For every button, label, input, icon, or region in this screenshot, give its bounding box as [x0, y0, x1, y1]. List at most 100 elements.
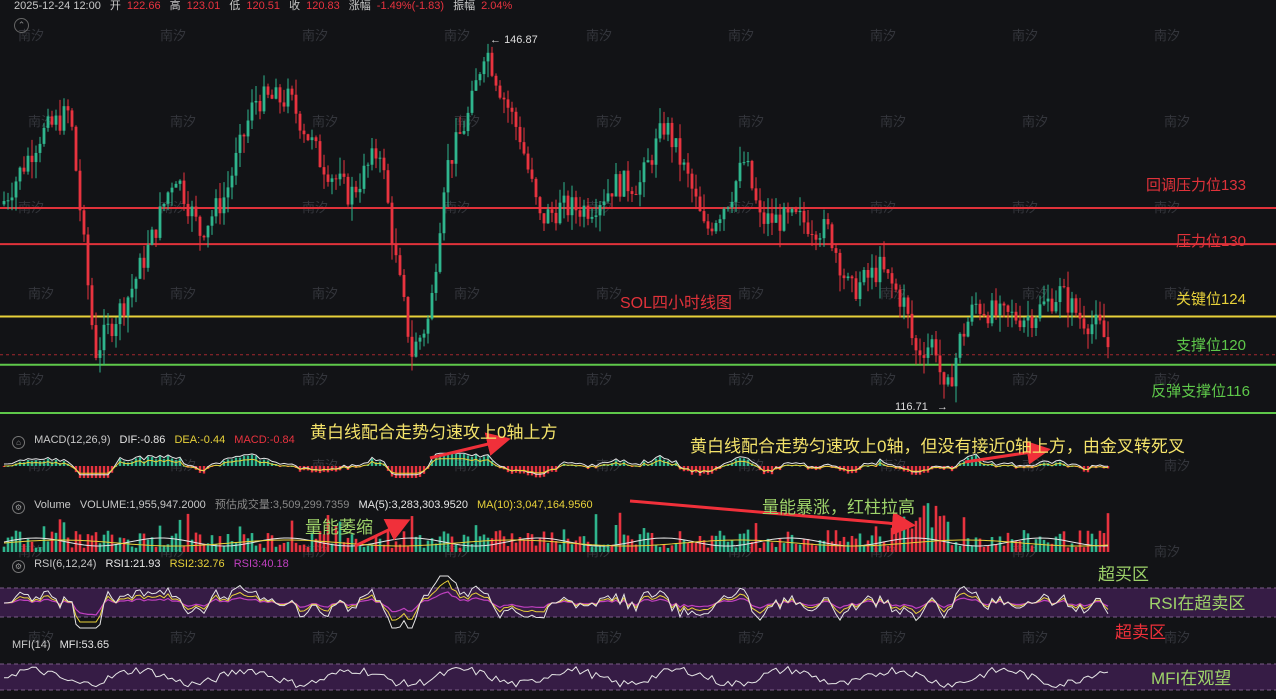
- candle-body: [130, 288, 134, 298]
- low-label: 低: [229, 0, 241, 12]
- macd-bar: [458, 454, 462, 466]
- volume-bar: [782, 543, 786, 552]
- candle-body: [222, 197, 226, 214]
- volume-bar: [306, 546, 310, 552]
- volume-bar: [274, 546, 278, 552]
- volume-bar: [1026, 533, 1030, 552]
- rsi-name: RSI(6,12,24): [34, 558, 97, 570]
- volume-bar: [638, 534, 642, 552]
- level-label-116: 反弹支撑位116: [1151, 383, 1250, 400]
- macd-value: MACD:-0.84: [234, 434, 295, 446]
- volume-bar: [222, 546, 226, 552]
- candle-body: [286, 88, 290, 107]
- candle-body: [902, 297, 906, 307]
- macd-bar: [150, 457, 154, 466]
- volume-bar: [794, 543, 798, 552]
- macd-bar: [162, 458, 166, 466]
- volume-bar: [830, 541, 834, 552]
- volume-bar: [298, 545, 302, 552]
- candle-body: [502, 97, 506, 100]
- macd-bar: [766, 466, 770, 473]
- volume-bar: [910, 528, 914, 552]
- macd-bar: [238, 457, 242, 466]
- candle-body: [66, 106, 70, 111]
- collapse-icon[interactable]: ⌃: [14, 18, 29, 33]
- volume-bar: [478, 536, 482, 552]
- change-value: -1.49%(-1.83): [376, 0, 445, 12]
- annotation-overbought: 超买区: [1098, 565, 1149, 584]
- candle-body: [150, 229, 154, 245]
- annotation-volume-right: 量能暴涨，红柱拉高: [762, 498, 915, 517]
- candle-body: [194, 206, 198, 217]
- candle-body: [246, 120, 250, 137]
- bell-icon[interactable]: ⌂: [12, 436, 25, 449]
- volume-bar: [242, 534, 246, 552]
- candle-body: [566, 195, 570, 216]
- volume-bar: [178, 519, 182, 552]
- watermark-text: 南汐: [302, 372, 328, 388]
- volume-bar: [214, 543, 218, 552]
- candle-body: [506, 99, 510, 108]
- volume-bar: [902, 516, 906, 552]
- macd-bar: [250, 454, 254, 466]
- watermark-text: 南汐: [1164, 630, 1190, 646]
- volume-bar: [462, 534, 466, 552]
- candle-body: [962, 333, 966, 337]
- price-panel: [0, 43, 1276, 414]
- candle-body: [42, 127, 46, 144]
- candle-body: [774, 214, 778, 223]
- volume-bar: [110, 534, 114, 552]
- volume-bar: [42, 526, 46, 552]
- volume-bar: [134, 547, 138, 552]
- volume-bar: [854, 538, 858, 552]
- candle-body: [686, 162, 690, 174]
- volume-bar: [494, 531, 498, 552]
- volume-bar: [814, 545, 818, 552]
- candle-body: [1034, 318, 1038, 328]
- volume-bar: [466, 536, 470, 552]
- volume-bar: [70, 547, 74, 552]
- volume-value: VOLUME:1,955,947.2000: [79, 499, 206, 511]
- macd-name: MACD(12,26,9): [34, 434, 111, 446]
- candle-body: [574, 197, 578, 211]
- volume-bar: [722, 535, 726, 552]
- candle-body: [318, 141, 322, 168]
- candle-body: [622, 170, 626, 197]
- candle-body: [998, 303, 1002, 316]
- volume-bar: [770, 542, 774, 552]
- candle-body: [266, 86, 270, 95]
- volume-bar: [62, 522, 66, 552]
- volume-bar: [774, 546, 778, 552]
- volume-bar: [1098, 530, 1102, 552]
- macd-bar: [258, 460, 262, 466]
- settings-icon[interactable]: ⚙: [12, 501, 25, 514]
- macd-bar: [246, 455, 250, 466]
- candle-body: [182, 180, 186, 204]
- volume-bar: [1030, 545, 1034, 552]
- volume-bar: [1102, 533, 1106, 552]
- candle-body: [310, 137, 314, 141]
- macd-bar: [398, 466, 402, 478]
- rsi-settings-icon[interactable]: ⚙: [12, 560, 25, 573]
- candle-body: [1010, 311, 1014, 313]
- header-datetime: 2025-12-24 12:00: [14, 0, 101, 12]
- volume-bar: [106, 530, 110, 552]
- volume-bar: [22, 544, 26, 552]
- candle-body: [642, 162, 646, 183]
- macd-bar: [742, 458, 746, 466]
- volume-bar: [666, 547, 670, 552]
- candle-body: [626, 170, 630, 192]
- volume-bar: [946, 521, 950, 552]
- volume-bar: [394, 541, 398, 552]
- volume-bar: [914, 520, 918, 552]
- candle-body: [778, 214, 782, 231]
- volume-bar: [690, 542, 694, 552]
- candle-body: [274, 87, 278, 99]
- volume-bar: [834, 530, 838, 552]
- volume-bar: [130, 546, 134, 552]
- candle-body: [422, 333, 426, 338]
- candle-body: [466, 112, 470, 132]
- candle-body: [926, 347, 930, 358]
- volume-bar: [694, 542, 698, 552]
- candle-body: [354, 186, 358, 193]
